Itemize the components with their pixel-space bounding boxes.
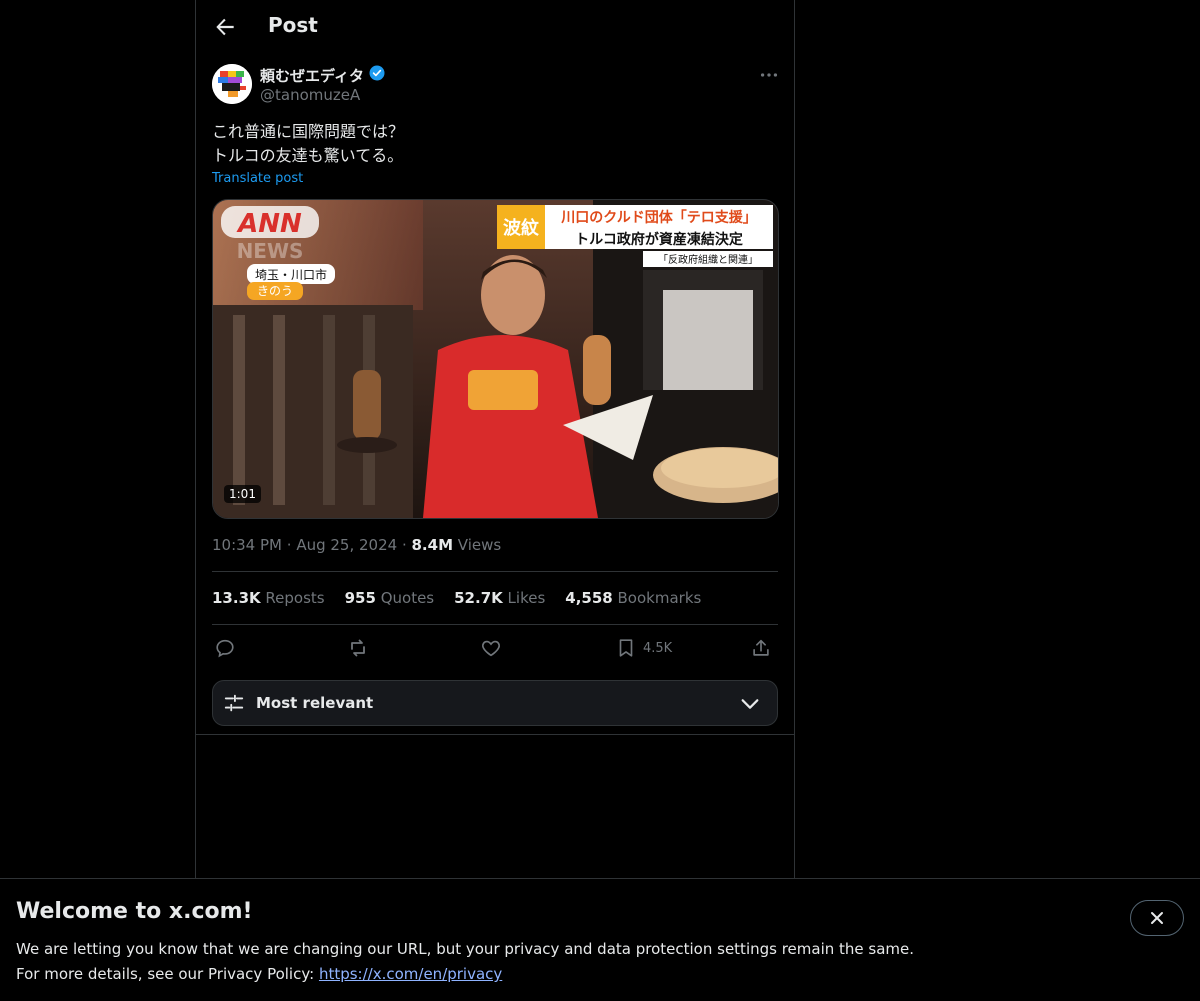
post-timestamp: 10:34 PM · Aug 25, 2024 · 8.4M Views [212, 536, 502, 554]
avatar[interactable] [212, 64, 252, 104]
post-date[interactable]: Aug 25, 2024 [296, 536, 397, 554]
ann-logo: ANN [236, 209, 302, 239]
close-banner-button[interactable] [1130, 900, 1184, 936]
share-icon[interactable] [750, 636, 772, 660]
day-caption: きのう [257, 284, 293, 298]
sliders-icon [223, 692, 245, 718]
author-name[interactable]: 頼むぜエディタ [260, 64, 386, 86]
post-column: Post 頼むぜエディタ @tanomuzeA これ普通に国際問題では？ トルコ… [195, 0, 795, 878]
post-text: これ普通に国際問題では？ トルコの友達も驚いてる。 [212, 120, 404, 168]
post-text-line: これ普通に国際問題では？ [212, 122, 405, 141]
divider [212, 571, 778, 572]
views-count: 8.4M [411, 536, 454, 554]
author-handle[interactable]: @tanomuzeA [260, 86, 360, 104]
video-duration: 1:01 [224, 485, 261, 503]
bookmark-count: 4.5K [643, 640, 673, 656]
privacy-policy-link[interactable]: https://x.com/en/privacy [319, 965, 502, 983]
reposts-stat[interactable]: 13.3K Reposts [212, 589, 325, 607]
bookmark-button[interactable]: 4.5K [615, 636, 672, 660]
quotes-stat[interactable]: 955 Quotes [345, 589, 435, 607]
bookmarks-stat[interactable]: 4,558 Bookmarks [565, 589, 701, 607]
sort-replies-dropdown[interactable]: Most relevant [212, 680, 778, 726]
translate-post-link[interactable]: Translate post [212, 171, 303, 186]
more-options-icon[interactable] [758, 64, 780, 86]
post-text-line: トルコの友達も驚いてる。 [212, 146, 404, 165]
bookmark-icon [619, 639, 633, 657]
back-arrow-icon[interactable] [212, 14, 238, 40]
headline-line1: 川口のクルド団体「テロ支援」 [560, 209, 757, 226]
news-logo: NEWS [237, 239, 304, 263]
engagement-stats: 13.3K Reposts 955 Quotes 52.7K Likes 4,5… [212, 589, 701, 607]
welcome-banner: Welcome to x.com! We are letting you kno… [0, 878, 1200, 1001]
banner-message: We are letting you know that we are chan… [16, 937, 914, 987]
subcaption: 「反政府組織と関連」 [658, 253, 758, 266]
headline-line2: トルコ政府が資産凍結決定 [575, 231, 743, 248]
headline-tag: 波紋 [503, 217, 539, 239]
like-icon[interactable] [480, 636, 502, 660]
divider [196, 734, 794, 735]
views-label: Views [457, 536, 502, 554]
author-name-text: 頼むぜエディタ [260, 66, 364, 85]
page-title: Post [268, 13, 318, 37]
divider [212, 624, 778, 625]
chevron-down-icon [739, 693, 761, 719]
video-player[interactable]: ANN NEWS 埼玉・川口市 きのう 波紋 川口のクルド団体「テロ支援」 トル… [212, 199, 779, 519]
action-bar: 4.5K [212, 636, 778, 660]
banner-line: We are letting you know that we are chan… [16, 940, 915, 958]
reply-icon[interactable] [214, 636, 236, 660]
location-caption: 埼玉・川口市 [255, 267, 327, 282]
close-icon [1151, 912, 1163, 924]
likes-stat[interactable]: 52.7K Likes [454, 589, 545, 607]
banner-line: For more details, see our Privacy Policy… [16, 965, 503, 983]
video-thumbnail: ANN NEWS 埼玉・川口市 きのう 波紋 川口のクルド団体「テロ支援」 トル… [213, 200, 778, 518]
repost-icon[interactable] [346, 636, 370, 660]
post-time[interactable]: 10:34 PM [212, 536, 282, 554]
banner-title: Welcome to x.com! [16, 899, 253, 924]
verified-badge-icon [368, 64, 386, 86]
sort-label: Most relevant [256, 694, 374, 712]
